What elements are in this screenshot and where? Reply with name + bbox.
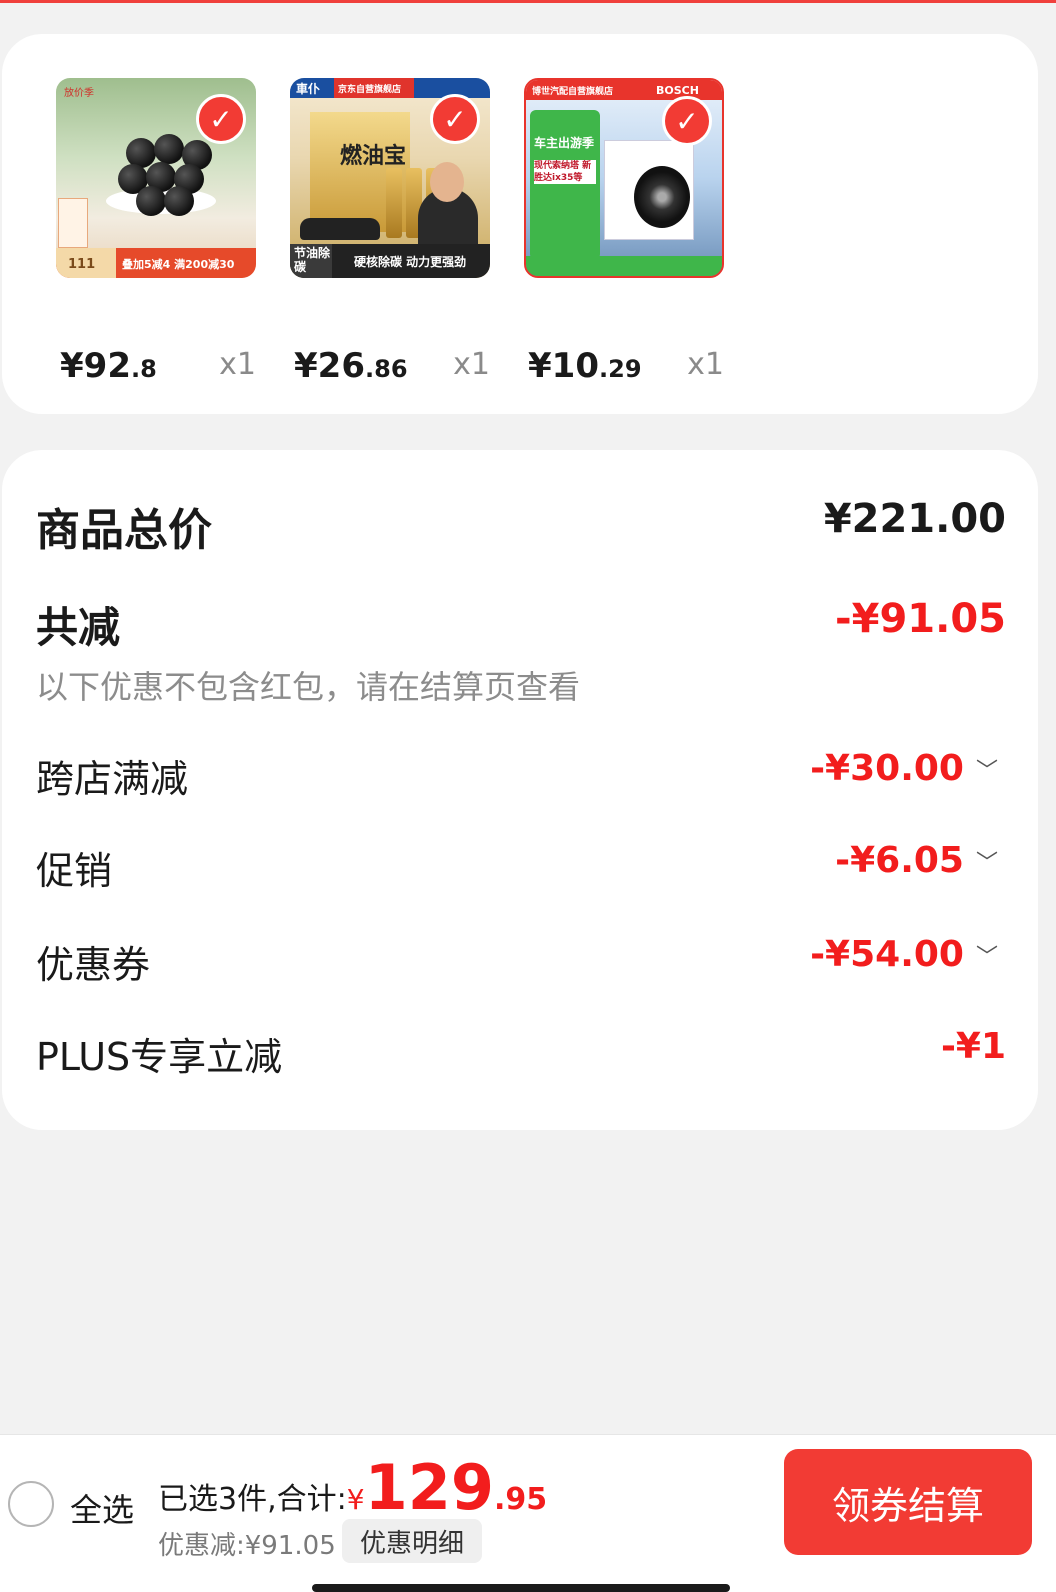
total-price-row: 商品总价 ¥221.00: [36, 494, 1006, 556]
total-reduction-row: 共减 -¥91.05: [36, 594, 1006, 654]
checkout-button[interactable]: 领券结算: [784, 1449, 1032, 1555]
product-tag: 放价季: [64, 88, 94, 99]
top-accent-line: [0, 0, 1056, 3]
product-footer: [526, 256, 722, 276]
product-item[interactable]: 博世汽配自营旗舰店 BOSCH 车主出游季 现代索纳塔 新胜达ix35等 ✓ ¥…: [524, 78, 724, 386]
product-side-label: [58, 198, 88, 248]
discount-amount: -¥1: [940, 1026, 1006, 1067]
discount-amount[interactable]: -¥30.00 ﹀: [810, 748, 998, 789]
product-brand: BOSCH: [656, 84, 699, 97]
discount-row-cross-store[interactable]: 跨店满减 -¥30.00 ﹀: [36, 748, 1006, 801]
discount-row-plus: PLUS专享立减 -¥1: [36, 1026, 1006, 1079]
product-promo-title: 车主出游季: [534, 136, 595, 150]
total-currency: ¥: [346, 1483, 365, 1516]
product-image[interactable]: 車仆 京东自营旗舰店 燃油宝 节油除碳 硬核除碳 动力更强劲 ✓: [290, 78, 490, 278]
product-art-ball: [164, 186, 194, 216]
total-integer: 129: [364, 1451, 494, 1524]
product-promo-panel: [530, 110, 600, 260]
radio-unchecked-icon[interactable]: [8, 1481, 54, 1527]
total-price-amount: ¥221.00: [823, 496, 1006, 542]
chevron-down-icon[interactable]: ﹀: [976, 753, 998, 785]
product-quantity: x1: [453, 347, 490, 382]
product-price: ¥10.29: [528, 346, 642, 386]
chevron-down-icon[interactable]: ﹀: [976, 845, 998, 877]
product-title: 燃油宝: [340, 144, 407, 169]
price-row: ¥92.8 x1: [60, 336, 256, 386]
product-banner-text: 叠加5减4 满200减30: [122, 258, 235, 271]
product-promo-sub: 现代索纳塔 新胜达ix35等: [534, 160, 596, 184]
discount-label: 优惠券: [36, 943, 151, 987]
home-indicator[interactable]: [312, 1584, 730, 1592]
product-image[interactable]: 博世汽配自营旗舰店 BOSCH 车主出游季 现代索纳塔 新胜达ix35等 ✓: [524, 78, 724, 278]
discount-row-coupon[interactable]: 优惠券 -¥54.00 ﹀: [36, 934, 1006, 987]
total-price-label: 商品总价: [36, 505, 212, 556]
price-row: ¥26.86 x1: [294, 336, 490, 386]
total-decimal: .95: [493, 1482, 548, 1517]
discount-label: 跨店满减: [36, 757, 189, 801]
product-art-car: [300, 218, 380, 240]
product-art-filter: [634, 166, 690, 228]
product-art-bottle: [386, 168, 402, 238]
product-store: 京东自营旗舰店: [338, 85, 402, 95]
selected-total: 已选3件,合计:¥129.95: [158, 1451, 547, 1524]
total-reduction-amount: -¥91.05: [835, 596, 1006, 642]
product-image[interactable]: 放价季 111 叠加5减4 满200减30 ✓: [56, 78, 256, 278]
discount-amount[interactable]: -¥6.05 ﹀: [835, 840, 998, 881]
checkmark-icon[interactable]: ✓: [662, 96, 712, 146]
checkmark-icon[interactable]: ✓: [430, 94, 480, 144]
discount-summary: 优惠减:¥91.05: [158, 1531, 336, 1561]
product-quantity: x1: [687, 347, 724, 382]
product-art-ball: [154, 134, 184, 164]
discount-row-promotion[interactable]: 促销 -¥6.05 ﹀: [36, 840, 1006, 893]
product-store: 博世汽配自营旗舰店: [532, 87, 614, 97]
select-all-label[interactable]: 全选: [70, 1485, 134, 1531]
product-footer-text: 硬核除碳 动力更强劲: [354, 255, 467, 269]
product-art-head: [430, 162, 464, 202]
product-item[interactable]: 放价季 111 叠加5减4 满200减30 ✓ ¥92.8 x1: [56, 78, 256, 386]
product-footer-label: 节油除碳: [294, 246, 331, 274]
discount-label: 促销: [36, 849, 113, 893]
product-price: ¥92.8: [60, 346, 157, 386]
total-reduction-label: 共减: [36, 603, 121, 652]
product-quantity: x1: [219, 347, 256, 382]
price-summary-card: 商品总价 ¥221.00 共减 -¥91.05 以下优惠不包含红包，请在结算页查…: [2, 450, 1038, 1130]
checkmark-icon[interactable]: ✓: [196, 94, 246, 144]
product-art-ball: [136, 186, 166, 216]
product-price: ¥26.86: [294, 346, 408, 386]
discount-detail-button[interactable]: 优惠明细: [342, 1519, 482, 1563]
discount-amount[interactable]: -¥54.00 ﹀: [810, 934, 998, 975]
price-row: ¥10.29 x1: [528, 336, 724, 386]
selected-products-card: 放价季 111 叠加5减4 满200减30 ✓ ¥92.8 x1 車仆 京东自营…: [2, 34, 1038, 414]
checkout-bar: 全选 已选3件,合计:¥129.95 优惠减:¥91.05 优惠明细 领券结算: [0, 1434, 1056, 1592]
discount-label: PLUS专享立减: [36, 1035, 283, 1079]
discount-note: 以下优惠不包含红包，请在结算页查看: [36, 668, 581, 706]
chevron-down-icon[interactable]: ﹀: [976, 939, 998, 971]
product-brand: 車仆: [296, 82, 321, 96]
product-item[interactable]: 車仆 京东自营旗舰店 燃油宝 节油除碳 硬核除碳 动力更强劲 ✓ ¥26.86 …: [290, 78, 490, 386]
selected-count-text: 已选3件,合计:: [158, 1482, 347, 1517]
product-banner-price: 111: [68, 257, 96, 272]
